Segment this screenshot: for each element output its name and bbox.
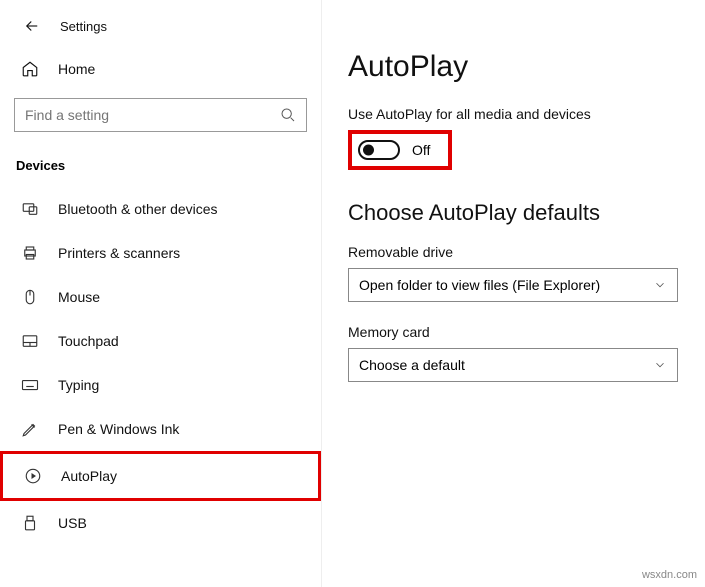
nav-autoplay[interactable]: AutoPlay [0, 451, 321, 501]
usb-icon [20, 514, 40, 532]
page-title: AutoPlay [348, 50, 679, 84]
nav-label: USB [58, 515, 87, 531]
nav-label: AutoPlay [61, 468, 117, 484]
toggle-label: Use AutoPlay for all media and devices [348, 106, 679, 122]
nav-label: Mouse [58, 289, 100, 305]
search-input[interactable] [25, 107, 280, 123]
sidebar: Settings Home Devices Bluetooth & other … [0, 0, 322, 587]
touchpad-icon [20, 332, 40, 350]
nav-typing[interactable]: Typing [0, 363, 321, 407]
toggle-state-text: Off [412, 142, 430, 158]
nav-usb[interactable]: USB [0, 501, 321, 545]
header-row: Settings [0, 12, 321, 50]
removable-drive-dropdown[interactable]: Open folder to view files (File Explorer… [348, 268, 678, 302]
memory-card-label: Memory card [348, 324, 679, 340]
dropdown-value: Choose a default [359, 357, 465, 373]
nav-mouse[interactable]: Mouse [0, 275, 321, 319]
nav-bluetooth[interactable]: Bluetooth & other devices [0, 187, 321, 231]
dropdown-value: Open folder to view files (File Explorer… [359, 277, 600, 293]
devices-icon [20, 200, 40, 218]
printer-icon [20, 244, 40, 262]
removable-drive-label: Removable drive [348, 244, 679, 260]
nav-label: Pen & Windows Ink [58, 421, 179, 437]
autoplay-icon [23, 467, 43, 485]
search-icon [280, 107, 296, 123]
nav-label: Touchpad [58, 333, 119, 349]
toggle-highlight: Off [348, 130, 452, 170]
home-nav[interactable]: Home [0, 50, 321, 88]
nav-label: Bluetooth & other devices [58, 201, 218, 217]
pen-icon [20, 420, 40, 438]
nav-label: Printers & scanners [58, 245, 180, 261]
back-button[interactable] [22, 16, 42, 36]
section-title: Devices [0, 150, 321, 187]
memory-card-dropdown[interactable]: Choose a default [348, 348, 678, 382]
chevron-down-icon [653, 358, 667, 372]
keyboard-icon [20, 376, 40, 394]
nav-printers[interactable]: Printers & scanners [0, 231, 321, 275]
content-pane: AutoPlay Use AutoPlay for all media and … [322, 0, 705, 587]
arrow-left-icon [23, 17, 41, 35]
nav-touchpad[interactable]: Touchpad [0, 319, 321, 363]
watermark: wsxdn.com [642, 569, 697, 581]
window-title: Settings [60, 19, 107, 34]
nav-pen[interactable]: Pen & Windows Ink [0, 407, 321, 451]
toggle-knob [363, 145, 374, 156]
home-label: Home [58, 61, 95, 77]
defaults-heading: Choose AutoPlay defaults [348, 200, 679, 226]
autoplay-toggle[interactable] [358, 140, 400, 160]
mouse-icon [20, 288, 40, 306]
nav-label: Typing [58, 377, 99, 393]
home-icon [20, 60, 40, 78]
search-box[interactable] [14, 98, 307, 132]
chevron-down-icon [653, 278, 667, 292]
